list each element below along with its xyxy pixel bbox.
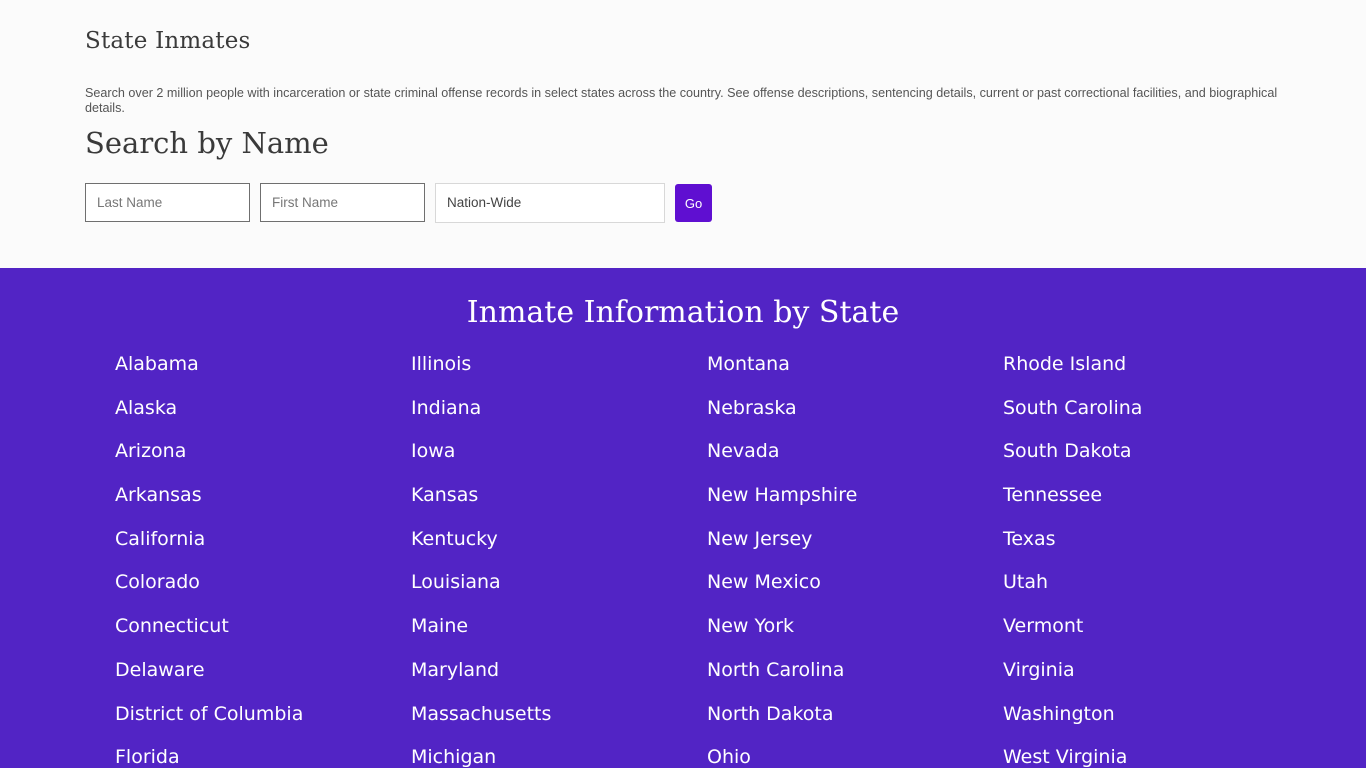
state-link[interactable]: Tennessee	[1003, 484, 1102, 506]
state-column-4: Rhode Island South Carolina South Dakota…	[1003, 348, 1142, 768]
first-name-input[interactable]	[260, 183, 425, 222]
state-link[interactable]: Iowa	[411, 440, 455, 462]
state-link[interactable]: California	[115, 528, 205, 550]
state-link[interactable]: Delaware	[115, 659, 205, 681]
state-link[interactable]: New Jersey	[707, 528, 812, 550]
search-section: State Inmates Search over 2 million peop…	[0, 0, 1366, 268]
state-link[interactable]: New Mexico	[707, 571, 821, 593]
state-link[interactable]: Michigan	[411, 746, 496, 768]
state-link[interactable]: Utah	[1003, 571, 1048, 593]
state-link[interactable]: Maryland	[411, 659, 499, 681]
states-section: Inmate Information by State Alabama Alas…	[0, 268, 1366, 768]
state-link[interactable]: Montana	[707, 353, 790, 375]
state-link[interactable]: Florida	[115, 746, 180, 768]
state-link[interactable]: Vermont	[1003, 615, 1083, 637]
state-link[interactable]: Arizona	[115, 440, 186, 462]
state-link[interactable]: Virginia	[1003, 659, 1075, 681]
state-link[interactable]: Nebraska	[707, 397, 797, 419]
state-link[interactable]: Indiana	[411, 397, 481, 419]
states-title: Inmate Information by State	[466, 295, 900, 330]
state-link[interactable]: Maine	[411, 615, 468, 637]
state-link[interactable]: Arkansas	[115, 484, 202, 506]
state-link[interactable]: Washington	[1003, 703, 1115, 725]
state-link[interactable]: District of Columbia	[115, 703, 303, 725]
state-link[interactable]: Alaska	[115, 397, 177, 419]
section-title: State Inmates	[85, 28, 251, 54]
state-link[interactable]: South Dakota	[1003, 440, 1132, 462]
search-title: Search by Name	[85, 126, 329, 160]
state-link[interactable]: New York	[707, 615, 794, 637]
state-link[interactable]: Nevada	[707, 440, 780, 462]
state-link[interactable]: Texas	[1003, 528, 1056, 550]
state-column-1: Alabama Alaska Arizona Arkansas Californ…	[115, 348, 303, 768]
section-description: Search over 2 million people with incarc…	[85, 86, 1278, 115]
state-link[interactable]: Kentucky	[411, 528, 498, 550]
state-link[interactable]: New Hampshire	[707, 484, 857, 506]
state-link[interactable]: Kansas	[411, 484, 478, 506]
state-column-2: Illinois Indiana Iowa Kansas Kentucky Lo…	[411, 348, 551, 768]
state-link[interactable]: Massachusetts	[411, 703, 551, 725]
state-link[interactable]: Colorado	[115, 571, 200, 593]
state-link[interactable]: Illinois	[411, 353, 471, 375]
state-select[interactable]: Nation-Wide	[435, 183, 665, 223]
state-link[interactable]: North Dakota	[707, 703, 834, 725]
state-column-3: Montana Nebraska Nevada New Hampshire Ne…	[707, 348, 857, 768]
state-link[interactable]: South Carolina	[1003, 397, 1142, 419]
state-link[interactable]: West Virginia	[1003, 746, 1127, 768]
state-link[interactable]: Ohio	[707, 746, 751, 768]
state-link[interactable]: North Carolina	[707, 659, 844, 681]
last-name-input[interactable]	[85, 183, 250, 222]
state-link[interactable]: Connecticut	[115, 615, 229, 637]
state-link[interactable]: Rhode Island	[1003, 353, 1126, 375]
state-select-value: Nation-Wide	[447, 195, 522, 210]
state-link[interactable]: Louisiana	[411, 571, 501, 593]
go-button[interactable]: Go	[675, 184, 712, 222]
state-link[interactable]: Alabama	[115, 353, 199, 375]
